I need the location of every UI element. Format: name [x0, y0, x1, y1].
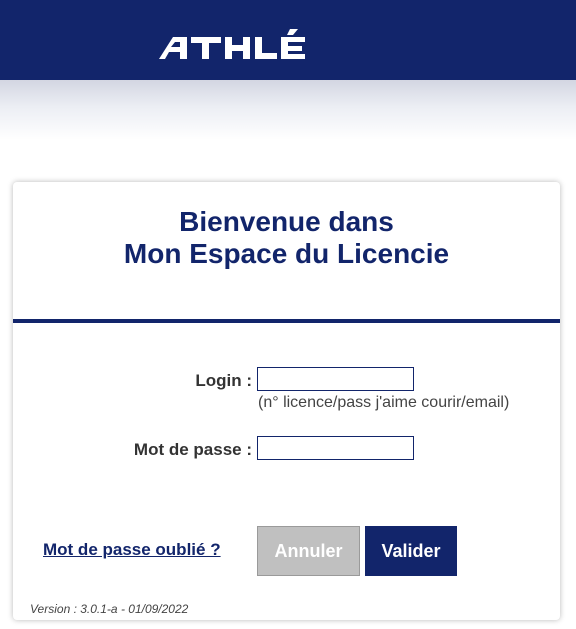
welcome-title: Bienvenue dans Mon Espace du Licencie	[13, 206, 560, 270]
top-header-bar	[0, 0, 576, 80]
cancel-button[interactable]: Annuler	[257, 526, 360, 576]
athle-logo[interactable]	[159, 29, 323, 61]
password-input[interactable]	[257, 436, 414, 460]
header-shadow-gradient	[0, 80, 576, 140]
submit-button[interactable]: Valider	[365, 526, 457, 576]
login-card: Bienvenue dans Mon Espace du Licencie Lo…	[13, 182, 560, 620]
title-divider	[13, 319, 560, 323]
welcome-title-line1: Bienvenue dans	[179, 206, 394, 237]
login-input[interactable]	[257, 367, 414, 391]
login-label: Login :	[195, 371, 252, 390]
login-hint: (n° licence/pass j'aime courir/email)	[258, 394, 510, 411]
welcome-title-line2: Mon Espace du Licencie	[123, 238, 450, 269]
password-label: Mot de passe :	[133, 440, 252, 459]
version-text: Version : 3.0.1-a - 01/09/2022	[30, 602, 189, 616]
forgot-password-link[interactable]: Mot de passe oublié ?	[43, 540, 221, 560]
